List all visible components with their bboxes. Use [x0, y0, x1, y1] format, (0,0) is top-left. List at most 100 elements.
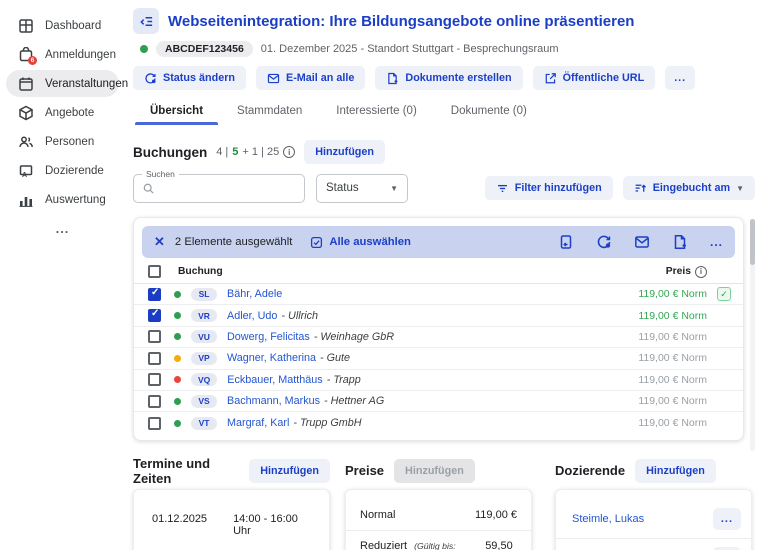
- dozent-name-link[interactable]: Steimle, Lukas: [572, 513, 644, 525]
- table-row[interactable]: VT Margraf, Karl - Trupp GmbH 119,00 € N…: [134, 412, 743, 433]
- booking-status-dot: [174, 355, 181, 362]
- bookings-info-icon[interactable]: i: [283, 146, 295, 158]
- booking-name-link[interactable]: Eckbauer, Matthäus: [227, 374, 322, 386]
- price-row[interactable]: Normal 119,00 €: [346, 500, 531, 530]
- termin-row[interactable]: 01.12.2025 14:00 - 16:00 Uhr: [134, 500, 329, 550]
- page-title: Webseitenintegration: Ihre Bildungsangeb…: [168, 13, 634, 30]
- change-status-button[interactable]: Status ändern: [133, 66, 246, 90]
- back-button[interactable]: [133, 8, 159, 34]
- public-url-button[interactable]: Öffentliche URL: [533, 66, 656, 90]
- sidebar-item-veranstaltungen[interactable]: Veranstaltungen: [6, 70, 119, 97]
- more-actions-button[interactable]: ...: [665, 66, 695, 90]
- select-all-button[interactable]: Alle auswählen: [310, 236, 411, 249]
- sidebar-item-dozierende[interactable]: A Dozierende: [6, 157, 119, 184]
- price-info-icon[interactable]: i: [695, 266, 707, 278]
- table-row[interactable]: VU Dowerg, Felicitas - Weinhage GbR 119,…: [134, 327, 743, 348]
- search-input[interactable]: [161, 182, 296, 194]
- table-scrollbar[interactable]: [750, 219, 755, 451]
- table-body: SL Bähr, Adele 119,00 € Norm ✓: [134, 284, 743, 434]
- people-icon: [18, 134, 34, 150]
- search-icon: [142, 182, 155, 195]
- sidebar-item-auswertung[interactable]: Auswertung: [6, 186, 119, 213]
- tab-stammdaten[interactable]: Stammdaten: [220, 97, 319, 125]
- tab-dokumente[interactable]: Dokumente (0): [434, 97, 544, 125]
- booking-price: 119,00 € Norm: [638, 310, 707, 322]
- event-meta: 01. Dezember 2025 - Standort Stuttgart -…: [261, 43, 559, 55]
- sort-icon: [634, 182, 647, 195]
- add-termin-button[interactable]: Hinzufügen: [249, 459, 330, 483]
- email-icon[interactable]: [634, 234, 650, 250]
- row-checkbox[interactable]: [148, 395, 161, 408]
- bookings-table: ✕ 2 Elemente ausgewählt Alle auswählen: [133, 217, 744, 441]
- row-checkbox[interactable]: [148, 417, 161, 430]
- add-filter-button[interactable]: Filter hinzufügen: [485, 176, 613, 200]
- booking-price: 119,00 € Norm: [638, 331, 707, 343]
- booking-name-link[interactable]: Dowerg, Felicitas: [227, 331, 310, 343]
- svg-text:A: A: [22, 172, 27, 179]
- selection-more-button[interactable]: ...: [710, 235, 723, 249]
- table-row[interactable]: SL Bähr, Adele 119,00 € Norm ✓: [134, 284, 743, 305]
- bookings-heading: Buchungen: [133, 145, 207, 160]
- select-all-checkbox[interactable]: [148, 265, 161, 278]
- column-price: Preis i: [666, 266, 707, 278]
- tab-uebersicht[interactable]: Übersicht: [133, 97, 220, 125]
- filter-icon: [496, 182, 509, 195]
- preise-heading: Preise: [345, 463, 384, 478]
- sidebar-item-label: Auswertung: [45, 194, 106, 206]
- table-row[interactable]: VS Bachmann, Markus - Hettner AG 119,00 …: [134, 391, 743, 412]
- row-checkbox[interactable]: [148, 288, 161, 301]
- row-checkbox[interactable]: [148, 373, 161, 386]
- collapse-back-icon: [139, 14, 154, 29]
- add-booking-button[interactable]: Hinzufügen: [304, 140, 385, 164]
- section-dozierende: Dozierende Hinzufügen Steimle, Lukas ...…: [555, 459, 752, 550]
- status-change-icon[interactable]: [596, 234, 612, 250]
- sidebar-item-anmeldungen[interactable]: 6 Anmeldungen: [6, 41, 119, 68]
- sidebar-more-button[interactable]: ...: [0, 221, 125, 236]
- document-add-icon[interactable]: [672, 234, 688, 250]
- booking-status-dot: [174, 333, 181, 340]
- add-dozent-button[interactable]: Hinzufügen: [635, 459, 716, 483]
- table-row[interactable]: VQ Eckbauer, Matthäus - Trapp 119,00 € N…: [134, 370, 743, 391]
- booking-card-button[interactable]: [558, 234, 574, 250]
- table-row[interactable]: VR Adler, Udo - Ullrich 119,00 € Norm ✓: [134, 305, 743, 326]
- document-add-icon: [386, 72, 399, 85]
- clear-selection-button[interactable]: ✕: [154, 234, 165, 250]
- booking-name-link[interactable]: Adler, Udo: [227, 310, 277, 322]
- section-termine: Termine und Zeiten Hinzufügen 01.12.2025…: [133, 459, 330, 550]
- sort-by-button[interactable]: Eingebucht am ▼: [623, 176, 755, 200]
- search-field[interactable]: Suchen: [133, 174, 305, 203]
- table-scrollbar-thumb[interactable]: [750, 219, 755, 265]
- dozent-more-button[interactable]: ...: [713, 508, 741, 530]
- main-content: Webseitenintegration: Ihre Bildungsangeb…: [125, 0, 768, 550]
- price-name: Reduziert: [360, 540, 407, 550]
- row-checkbox[interactable]: [148, 330, 161, 343]
- booking-type-badge: VU: [191, 330, 217, 343]
- dozent-row[interactable]: ...: [556, 538, 751, 550]
- sidebar-item-angebote[interactable]: Angebote: [6, 99, 119, 126]
- dozent-row[interactable]: Steimle, Lukas ...: [556, 500, 751, 538]
- booking-company: - Weinhage GbR: [314, 331, 394, 343]
- booking-name-link[interactable]: Margraf, Karl: [227, 417, 289, 429]
- status-filter-select[interactable]: Status ▼: [316, 174, 408, 203]
- booking-name-link[interactable]: Bähr, Adele: [227, 288, 282, 300]
- booking-price: 119,00 € Norm: [638, 417, 707, 429]
- price-row[interactable]: Reduziert (Gültig bis: 13.10.2025) 59,50…: [346, 530, 531, 550]
- search-label: Suchen: [142, 169, 179, 179]
- sidebar-item-dashboard[interactable]: Dashboard: [6, 12, 119, 39]
- create-documents-button[interactable]: Dokumente erstellen: [375, 66, 522, 90]
- checkbox-checked-icon: [310, 236, 323, 249]
- booking-name-link[interactable]: Wagner, Katherina: [227, 352, 316, 364]
- email-all-button[interactable]: E-Mail an alle: [256, 66, 365, 90]
- add-preis-button[interactable]: Hinzufügen: [394, 459, 475, 483]
- price-value: 119,00 €: [475, 509, 517, 521]
- row-checkbox[interactable]: [148, 352, 161, 365]
- booking-price: 119,00 € Norm: [638, 395, 707, 407]
- row-checkbox[interactable]: [148, 309, 161, 322]
- sidebar-item-personen[interactable]: Personen: [6, 128, 119, 155]
- tab-interessierte[interactable]: Interessierte (0): [319, 97, 434, 125]
- table-row[interactable]: VP Wagner, Katherina - Gute 119,00 € Nor…: [134, 348, 743, 369]
- booking-status-dot: [174, 420, 181, 427]
- booking-name-link[interactable]: Bachmann, Markus: [227, 395, 320, 407]
- booking-company: - Ullrich: [281, 310, 318, 322]
- booking-price: 119,00 € Norm: [638, 374, 707, 386]
